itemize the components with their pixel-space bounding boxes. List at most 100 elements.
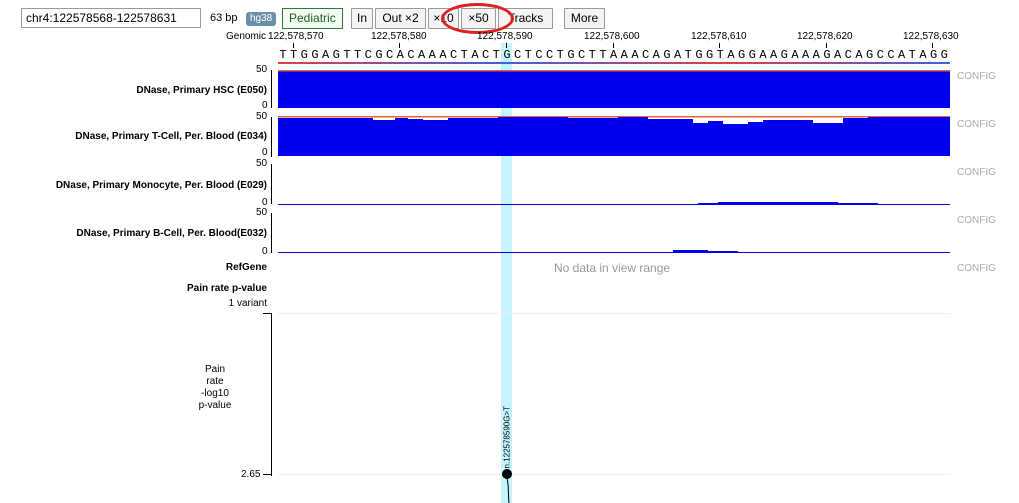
pvalue-axis-label: Pain rate -log10 p-value — [195, 364, 235, 412]
track-config-link[interactable]: CONFIG — [957, 215, 996, 226]
sequence-base: G — [940, 48, 948, 62]
pvalue-axis — [271, 313, 272, 476]
refgene-no-data: No data in view range — [554, 261, 671, 275]
axis-label-line: p-value — [198, 400, 232, 411]
track-label-hsc: DNase, Primary HSC (E050) — [136, 85, 267, 96]
sequence-base: A — [812, 48, 820, 62]
track-axis — [271, 213, 272, 253]
genome-badge[interactable]: hg38 — [246, 12, 277, 26]
sequence-base: T — [716, 48, 724, 62]
sequence-base: C — [887, 48, 895, 62]
ruler-title: Genomic — [226, 31, 267, 42]
variant-label-container: n.122578590G>T — [502, 386, 512, 469]
sequence-base: A — [674, 48, 682, 62]
sequence-base: T — [492, 48, 500, 62]
sequence-base: A — [727, 48, 735, 62]
sequence-base: G — [332, 48, 340, 62]
plot-gridline — [278, 474, 950, 475]
sequence-base: A — [770, 48, 778, 62]
variant-label[interactable]: n.122578590G>T — [503, 387, 512, 469]
sequence-base: C — [844, 48, 852, 62]
sequence-base: A — [439, 48, 447, 62]
track-config-link[interactable]: CONFIG — [957, 167, 996, 178]
sequence-base: G — [866, 48, 874, 62]
track-signal-tcell — [278, 116, 950, 156]
sequence-base: G — [695, 48, 703, 62]
sequence-base: G — [503, 48, 511, 62]
sequence-base: A — [802, 48, 810, 62]
sequence-base: A — [919, 48, 927, 62]
ruler-position: 122,578,610 — [691, 31, 747, 42]
sequence-base: A — [834, 48, 842, 62]
sequence-base: T — [290, 48, 298, 62]
track-signal-bcell — [278, 250, 950, 253]
sequence-base: C — [546, 48, 554, 62]
zoom-in-button[interactable]: In — [351, 8, 373, 29]
sequence-base: T — [684, 48, 692, 62]
track-ymin: 0 — [262, 147, 268, 158]
ruler-position: 122,578,580 — [371, 31, 427, 42]
sequence-base: C — [642, 48, 650, 62]
sequence-base: G — [311, 48, 319, 62]
sequence-base: A — [471, 48, 479, 62]
sequence-base: G — [780, 48, 788, 62]
track-axis — [271, 117, 272, 157]
sequence-base: T — [354, 48, 362, 62]
track-ymax: 50 — [256, 207, 268, 218]
coordinate-input[interactable] — [21, 8, 201, 28]
sequence-base: A — [396, 48, 404, 62]
pvalue-track-title: Pain rate p-value — [186, 283, 267, 294]
sequence-base: G — [567, 48, 575, 62]
sequence-base: C — [578, 48, 586, 62]
track-config-link[interactable]: CONFIG — [957, 119, 996, 130]
ruler-position: 122,578,630 — [903, 31, 959, 42]
ruler-position: 122,578,570 — [268, 31, 324, 42]
sequence-base: G — [823, 48, 831, 62]
sequence-base: A — [855, 48, 863, 62]
ruler-position: 122,578,600 — [584, 31, 640, 42]
sequence-base: A — [631, 48, 639, 62]
sequence-base: C — [514, 48, 522, 62]
track-ymin: 0 — [262, 246, 268, 257]
span-size-label: 63 bp — [210, 12, 238, 24]
dataset-button[interactable]: Pediatric — [282, 8, 343, 29]
sequence-base: C — [482, 48, 490, 62]
track-axis — [271, 70, 272, 108]
sequence-base: G — [748, 48, 756, 62]
sequence-base: G — [375, 48, 383, 62]
sequence-base: G — [663, 48, 671, 62]
sequence-base: C — [386, 48, 394, 62]
sequence-base: C — [450, 48, 458, 62]
track-signal-monocyte — [278, 202, 950, 205]
sequence-base: T — [524, 48, 532, 62]
sequence-underline — [278, 62, 950, 64]
plot-gridline — [278, 313, 950, 314]
axis-tick — [263, 313, 271, 314]
sequence-base: A — [759, 48, 767, 62]
more-button[interactable]: More — [564, 8, 605, 29]
sequence-base: T — [460, 48, 468, 62]
axis-label-line: rate — [206, 376, 224, 387]
sequence-base: C — [364, 48, 372, 62]
track-label-monocyte: DNase, Primary Monocyte, Per. Blood (E02… — [55, 180, 267, 191]
sequence-base: G — [706, 48, 714, 62]
sequence-base: T — [556, 48, 564, 62]
track-label-refgene: RefGene — [225, 262, 267, 273]
sequence-base: C — [407, 48, 415, 62]
axis-label-line: Pain — [204, 364, 225, 375]
sequence-base: A — [322, 48, 330, 62]
sequence-base: A — [652, 48, 660, 62]
track-config-link[interactable]: CONFIG — [957, 71, 996, 82]
track-ymax: 50 — [256, 158, 268, 169]
red-circle-annotation — [441, 3, 514, 34]
zoom-out-2-button[interactable]: Out ×2 — [375, 8, 426, 29]
ruler-position: 122,578,620 — [797, 31, 853, 42]
sequence-base: A — [791, 48, 799, 62]
track-ymin: 0 — [262, 100, 268, 111]
sequence-base: T — [279, 48, 287, 62]
sequence-base: C — [876, 48, 884, 62]
track-config-link[interactable]: CONFIG — [957, 263, 996, 274]
track-signal-hsc — [278, 70, 950, 108]
sequence-base: T — [588, 48, 596, 62]
track-ymax: 50 — [256, 64, 268, 75]
